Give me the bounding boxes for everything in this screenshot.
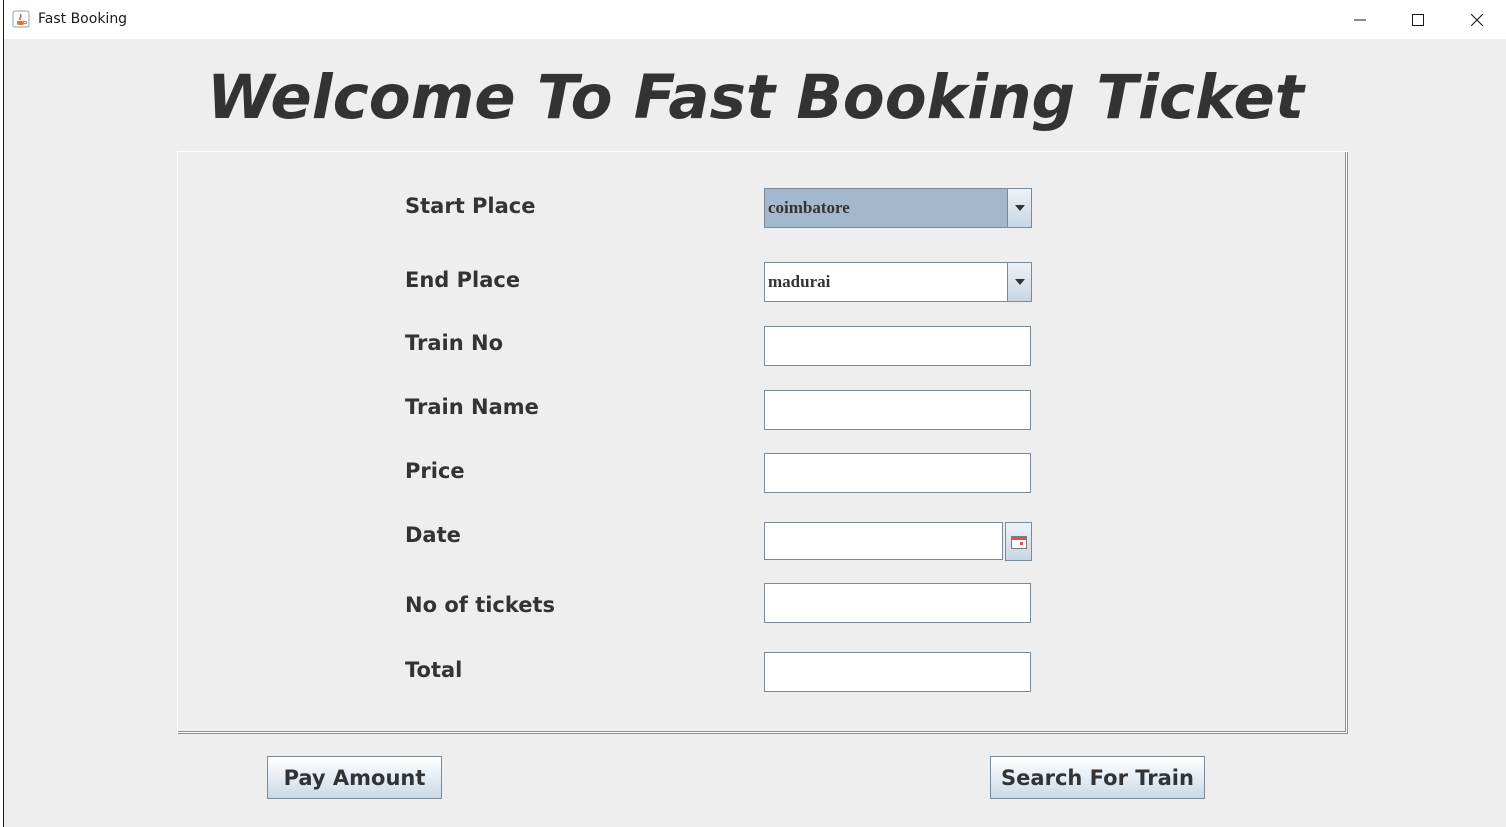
close-button[interactable] (1448, 0, 1506, 39)
train-no-label: Train No (405, 331, 504, 355)
app-window: Fast Booking Welcome To Fast Booking Tic… (3, 0, 1506, 827)
start-place-value: coimbatore (765, 189, 1007, 227)
pay-amount-button[interactable]: Pay Amount (267, 756, 442, 799)
no-of-tickets-label: No of tickets (405, 593, 556, 617)
booking-form-panel (177, 151, 1347, 733)
minimize-icon (1354, 19, 1366, 20)
price-label: Price (405, 459, 465, 483)
chevron-down-icon (1014, 279, 1025, 285)
chevron-down-icon (1014, 205, 1025, 211)
minimize-button[interactable] (1331, 0, 1389, 39)
start-place-dropdown[interactable]: coimbatore (764, 188, 1032, 228)
maximize-button[interactable] (1389, 0, 1447, 39)
window-title: Fast Booking (38, 11, 128, 27)
end-place-dropdown-button[interactable] (1007, 263, 1031, 301)
search-for-train-button[interactable]: Search For Train (990, 756, 1205, 799)
java-app-icon (12, 10, 30, 28)
start-place-dropdown-button[interactable] (1007, 189, 1031, 227)
title-bar: Fast Booking (4, 0, 1506, 39)
total-field[interactable] (764, 652, 1031, 692)
date-field[interactable] (764, 522, 1003, 560)
train-name-field[interactable] (764, 390, 1031, 430)
train-no-field[interactable] (764, 326, 1031, 366)
no-of-tickets-field[interactable] (764, 583, 1031, 623)
close-icon (1471, 13, 1483, 26)
maximize-icon (1412, 13, 1424, 26)
end-place-label: End Place (405, 268, 521, 292)
end-place-value: madurai (768, 272, 831, 291)
start-place-label: Start Place (405, 194, 536, 218)
price-field[interactable] (764, 453, 1031, 493)
end-place-dropdown[interactable]: madurai (764, 262, 1032, 302)
date-picker-button[interactable] (1005, 522, 1032, 561)
date-label: Date (405, 523, 461, 547)
calendar-icon (1010, 535, 1027, 549)
welcome-heading: Welcome To Fast Booking Ticket (206, 62, 1305, 133)
train-name-label: Train Name (405, 395, 539, 419)
total-label: Total (405, 658, 463, 682)
